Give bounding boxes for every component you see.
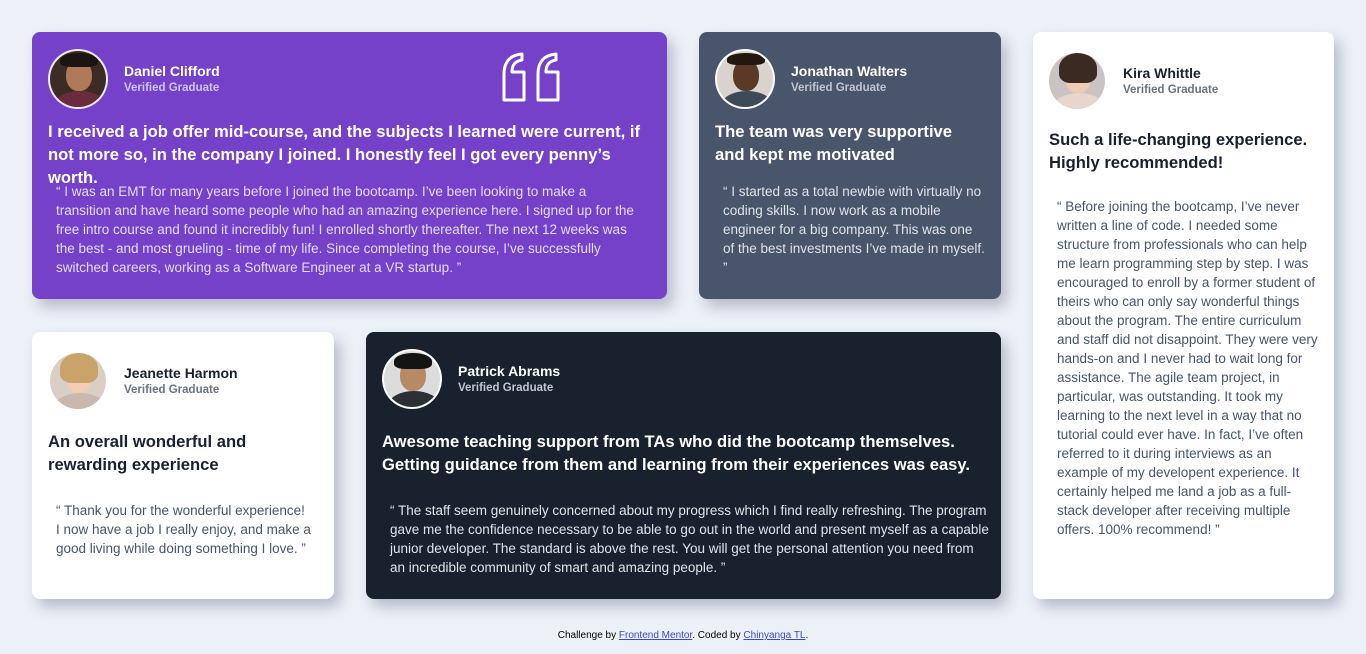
author-role: Verified Graduate: [791, 82, 887, 94]
footer-suffix: .: [805, 630, 809, 641]
author-name: Daniel Clifford: [124, 63, 220, 79]
frontend-mentor-link[interactable]: Frontend Mentor: [619, 630, 692, 641]
testimonial-headline: Awesome teaching support from TAs who di…: [382, 432, 971, 474]
testimonial-quote: “ I was an EMT for many years before I j…: [56, 184, 634, 275]
testimonial-card-jonathan: Jonathan Walters Verified Graduate The t…: [699, 32, 1001, 299]
footer-middle: . Coded by: [692, 630, 744, 641]
author-header: Daniel Clifford Verified Graduate: [48, 48, 220, 110]
avatar: [50, 353, 106, 409]
author-header: Jonathan Walters Verified Graduate: [715, 48, 907, 110]
avatar: [382, 349, 442, 409]
testimonial-headline: The team was very supportive and kept me…: [715, 122, 953, 164]
author-role: Verified Graduate: [458, 382, 554, 394]
avatar: [715, 49, 775, 109]
testimonial-headline: I received a job offer mid-course, and t…: [48, 122, 641, 187]
testimonial-quote: “ I started as a total newbie with virtu…: [723, 184, 985, 275]
testimonials-grid: Daniel Clifford Verified Graduate I rece…: [0, 0, 1366, 654]
author-name: Patrick Abrams: [458, 363, 561, 379]
author-header: Kira Whittle Verified Graduate: [1049, 50, 1218, 112]
attribution-footer: Challenge by Frontend Mentor. Coded by C…: [0, 630, 1366, 641]
footer-prefix: Challenge by: [557, 630, 619, 641]
author-name: Jeanette Harmon: [124, 365, 238, 381]
avatar: [1049, 53, 1105, 109]
author-name: Kira Whittle: [1123, 65, 1201, 81]
author-name: Jonathan Walters: [791, 63, 908, 79]
avatar: [48, 49, 108, 109]
author-role: Verified Graduate: [124, 384, 220, 396]
testimonial-card-patrick: Patrick Abrams Verified Graduate Awesome…: [366, 332, 1001, 599]
quote-icon: [502, 52, 560, 102]
testimonial-card-jeanette: Jeanette Harmon Verified Graduate An ove…: [32, 332, 334, 599]
testimonial-quote: “ Before joining the bootcamp, I’ve neve…: [1057, 199, 1318, 537]
author-link[interactable]: Chinyanga TL: [743, 630, 805, 641]
author-role: Verified Graduate: [124, 82, 220, 94]
author-header: Jeanette Harmon Verified Graduate: [50, 350, 238, 412]
testimonial-headline: An overall wonderful and rewarding exper…: [48, 432, 247, 474]
author-role: Verified Graduate: [1123, 84, 1219, 96]
author-header: Patrick Abrams Verified Graduate: [382, 348, 560, 410]
testimonial-card-kira: Kira Whittle Verified Graduate Such a li…: [1033, 32, 1334, 599]
testimonial-card-daniel: Daniel Clifford Verified Graduate I rece…: [32, 32, 667, 299]
testimonial-headline: Such a life-changing experience. Highly …: [1049, 130, 1308, 172]
testimonial-quote: “ The staff seem genuinely concerned abo…: [390, 503, 989, 575]
testimonial-quote: “ Thank you for the wonderful experience…: [56, 503, 311, 556]
